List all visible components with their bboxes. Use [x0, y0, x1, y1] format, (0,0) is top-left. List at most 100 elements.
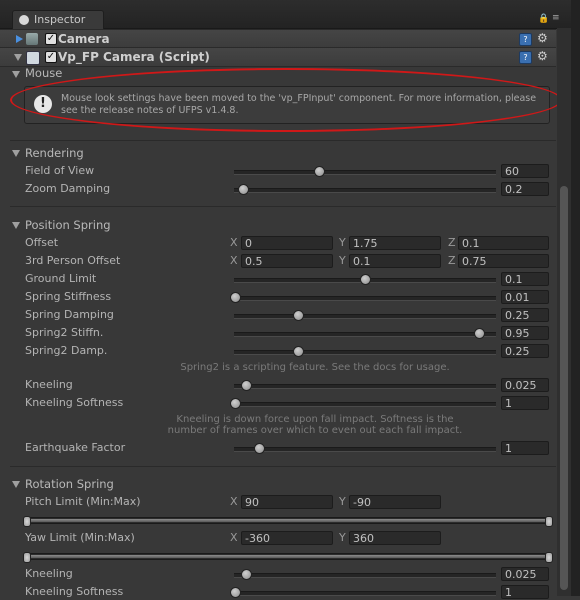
ground-limit-slider-knob[interactable]: [360, 274, 371, 285]
kneeling-field[interactable]: 0.025: [501, 378, 549, 392]
rotation-kneeling-slider-knob[interactable]: [241, 569, 252, 580]
mouse-info-box: ! Mouse look settings have been moved to…: [24, 86, 550, 124]
help-icon[interactable]: ?: [519, 33, 532, 46]
camera-enabled-checkbox[interactable]: ✓: [45, 33, 57, 45]
position-spring-foldout-arrow-icon[interactable]: [12, 222, 20, 229]
rotation-kneeling-slider[interactable]: [234, 573, 496, 578]
fov-slider-knob[interactable]: [314, 166, 325, 177]
earthquake-factor-label: Earthquake Factor: [25, 441, 126, 454]
spring2-stiffn-label: Spring2 Stiffn.: [25, 326, 104, 339]
earthquake-factor-slider-knob[interactable]: [254, 443, 265, 454]
script-component-header[interactable]: ✓ Vp_FP Camera (Script) ? ⚙: [0, 47, 556, 67]
spring2-stiffn-slider-knob[interactable]: [474, 328, 485, 339]
offset-y-field[interactable]: 1.75: [349, 236, 441, 250]
y-label: Y: [339, 531, 346, 544]
spring-stiffness-slider[interactable]: [234, 296, 496, 301]
script-component-title: Vp_FP Camera (Script): [58, 50, 210, 64]
rendering-foldout-arrow-icon[interactable]: [12, 150, 20, 157]
spring-stiffness-slider-knob[interactable]: [230, 292, 241, 303]
spring2-damp-label: Spring2 Damp.: [25, 344, 108, 357]
gear-icon[interactable]: ⚙: [537, 50, 549, 62]
yaw-limit-min-handle[interactable]: [23, 552, 31, 563]
zoom-damping-field[interactable]: 0.2: [501, 182, 549, 196]
pitch-limit-label: Pitch Limit (Min:Max): [25, 495, 141, 508]
fov-slider[interactable]: [234, 170, 496, 175]
z-label: Z: [448, 236, 456, 249]
yaw-limit-min-field[interactable]: -360: [241, 531, 333, 545]
third-person-offset-y-field[interactable]: 0.1: [349, 254, 441, 268]
offset-x-field[interactable]: 0: [241, 236, 333, 250]
mouse-foldout-arrow-icon[interactable]: [12, 71, 20, 78]
earthquake-factor-slider[interactable]: [234, 447, 496, 452]
spring-damping-field[interactable]: 0.25: [501, 308, 549, 322]
warning-icon: !: [34, 95, 52, 113]
rotation-kneeling-softness-label: Kneeling Softness: [25, 585, 124, 598]
spring2-stiffn-slider[interactable]: [234, 332, 496, 337]
tab-inspector[interactable]: Inspector: [12, 10, 104, 29]
zoom-damping-slider-knob[interactable]: [238, 184, 249, 195]
earthquake-factor-field[interactable]: 1: [501, 441, 549, 455]
ground-limit-label: Ground Limit: [25, 272, 97, 285]
spring-damping-label: Spring Damping: [25, 308, 114, 321]
tab-bar: Inspector 🔒 ≡: [0, 0, 580, 29]
collapse-arrow-icon[interactable]: [14, 54, 22, 61]
kneeling-softness-field[interactable]: 1: [501, 396, 549, 410]
spring-damping-slider-knob[interactable]: [293, 310, 304, 321]
help-icon[interactable]: ?: [519, 51, 532, 64]
x-label: X: [230, 236, 238, 249]
tab-label: Inspector: [34, 13, 86, 26]
rotation-spring-section-label[interactable]: Rotation Spring: [25, 477, 114, 491]
spring2-damp-slider[interactable]: [234, 350, 496, 355]
x-label: X: [230, 495, 238, 508]
fov-field[interactable]: 60: [501, 164, 549, 178]
pitch-limit-min-field[interactable]: 90: [241, 495, 333, 509]
camera-component-header[interactable]: ✓ Camera ? ⚙: [0, 29, 556, 49]
pitch-limit-max-field[interactable]: -90: [349, 495, 441, 509]
spring-stiffness-label: Spring Stiffness: [25, 290, 112, 303]
kneeling-note-line-2: number of frames over which to even out …: [167, 425, 463, 436]
kneeling-slider-knob[interactable]: [241, 380, 252, 391]
lock-icon[interactable]: 🔒: [538, 14, 549, 24]
position-spring-section-label[interactable]: Position Spring: [25, 218, 111, 232]
rotation-spring-foldout-arrow-icon[interactable]: [12, 481, 20, 488]
zoom-damping-slider[interactable]: [234, 188, 496, 193]
rendering-section-label[interactable]: Rendering: [25, 146, 84, 160]
rotation-kneeling-softness-slider-knob[interactable]: [230, 587, 241, 598]
menu-icon[interactable]: ≡: [552, 14, 561, 23]
fov-label: Field of View: [25, 164, 95, 177]
spring2-damp-slider-knob[interactable]: [293, 346, 304, 357]
script-enabled-checkbox[interactable]: ✓: [45, 51, 57, 63]
yaw-limit-label: Yaw Limit (Min:Max): [25, 531, 135, 544]
third-person-offset-x-field[interactable]: 0.5: [241, 254, 333, 268]
third-person-offset-z-field[interactable]: 0.75: [458, 254, 549, 268]
yaw-limit-range-fill: [26, 555, 550, 558]
scrollbar-thumb[interactable]: [560, 186, 568, 590]
yaw-limit-max-handle[interactable]: [545, 552, 553, 563]
section-divider: [10, 206, 556, 207]
spring-stiffness-field[interactable]: 0.01: [501, 290, 549, 304]
pitch-limit-range-slider[interactable]: [23, 516, 553, 527]
section-divider: [10, 140, 556, 141]
rotation-kneeling-softness-field[interactable]: 1: [501, 585, 549, 599]
ground-limit-field[interactable]: 0.1: [501, 272, 549, 286]
kneeling-softness-slider-knob[interactable]: [230, 398, 241, 409]
mouse-info-text: Mouse look settings have been moved to t…: [61, 93, 537, 116]
kneeling-softness-label: Kneeling Softness: [25, 396, 124, 409]
gear-icon[interactable]: ⚙: [537, 32, 549, 44]
expand-arrow-icon[interactable]: [16, 35, 23, 43]
yaw-limit-max-field[interactable]: 360: [349, 531, 441, 545]
rotation-kneeling-field[interactable]: 0.025: [501, 567, 549, 581]
kneeling-softness-slider[interactable]: [234, 402, 496, 407]
pitch-limit-max-handle[interactable]: [545, 516, 553, 527]
pitch-limit-min-handle[interactable]: [23, 516, 31, 527]
spring-damping-slider[interactable]: [234, 314, 496, 319]
x-label: X: [230, 531, 238, 544]
kneeling-slider[interactable]: [234, 384, 496, 389]
spring2-stiffn-field[interactable]: 0.95: [501, 326, 549, 340]
offset-z-field[interactable]: 0.1: [458, 236, 549, 250]
mouse-section-label[interactable]: Mouse: [25, 66, 62, 80]
window-edge: [571, 0, 580, 596]
rotation-kneeling-softness-slider[interactable]: [234, 591, 496, 596]
spring2-damp-field[interactable]: 0.25: [501, 344, 549, 358]
yaw-limit-range-slider[interactable]: [23, 552, 553, 563]
